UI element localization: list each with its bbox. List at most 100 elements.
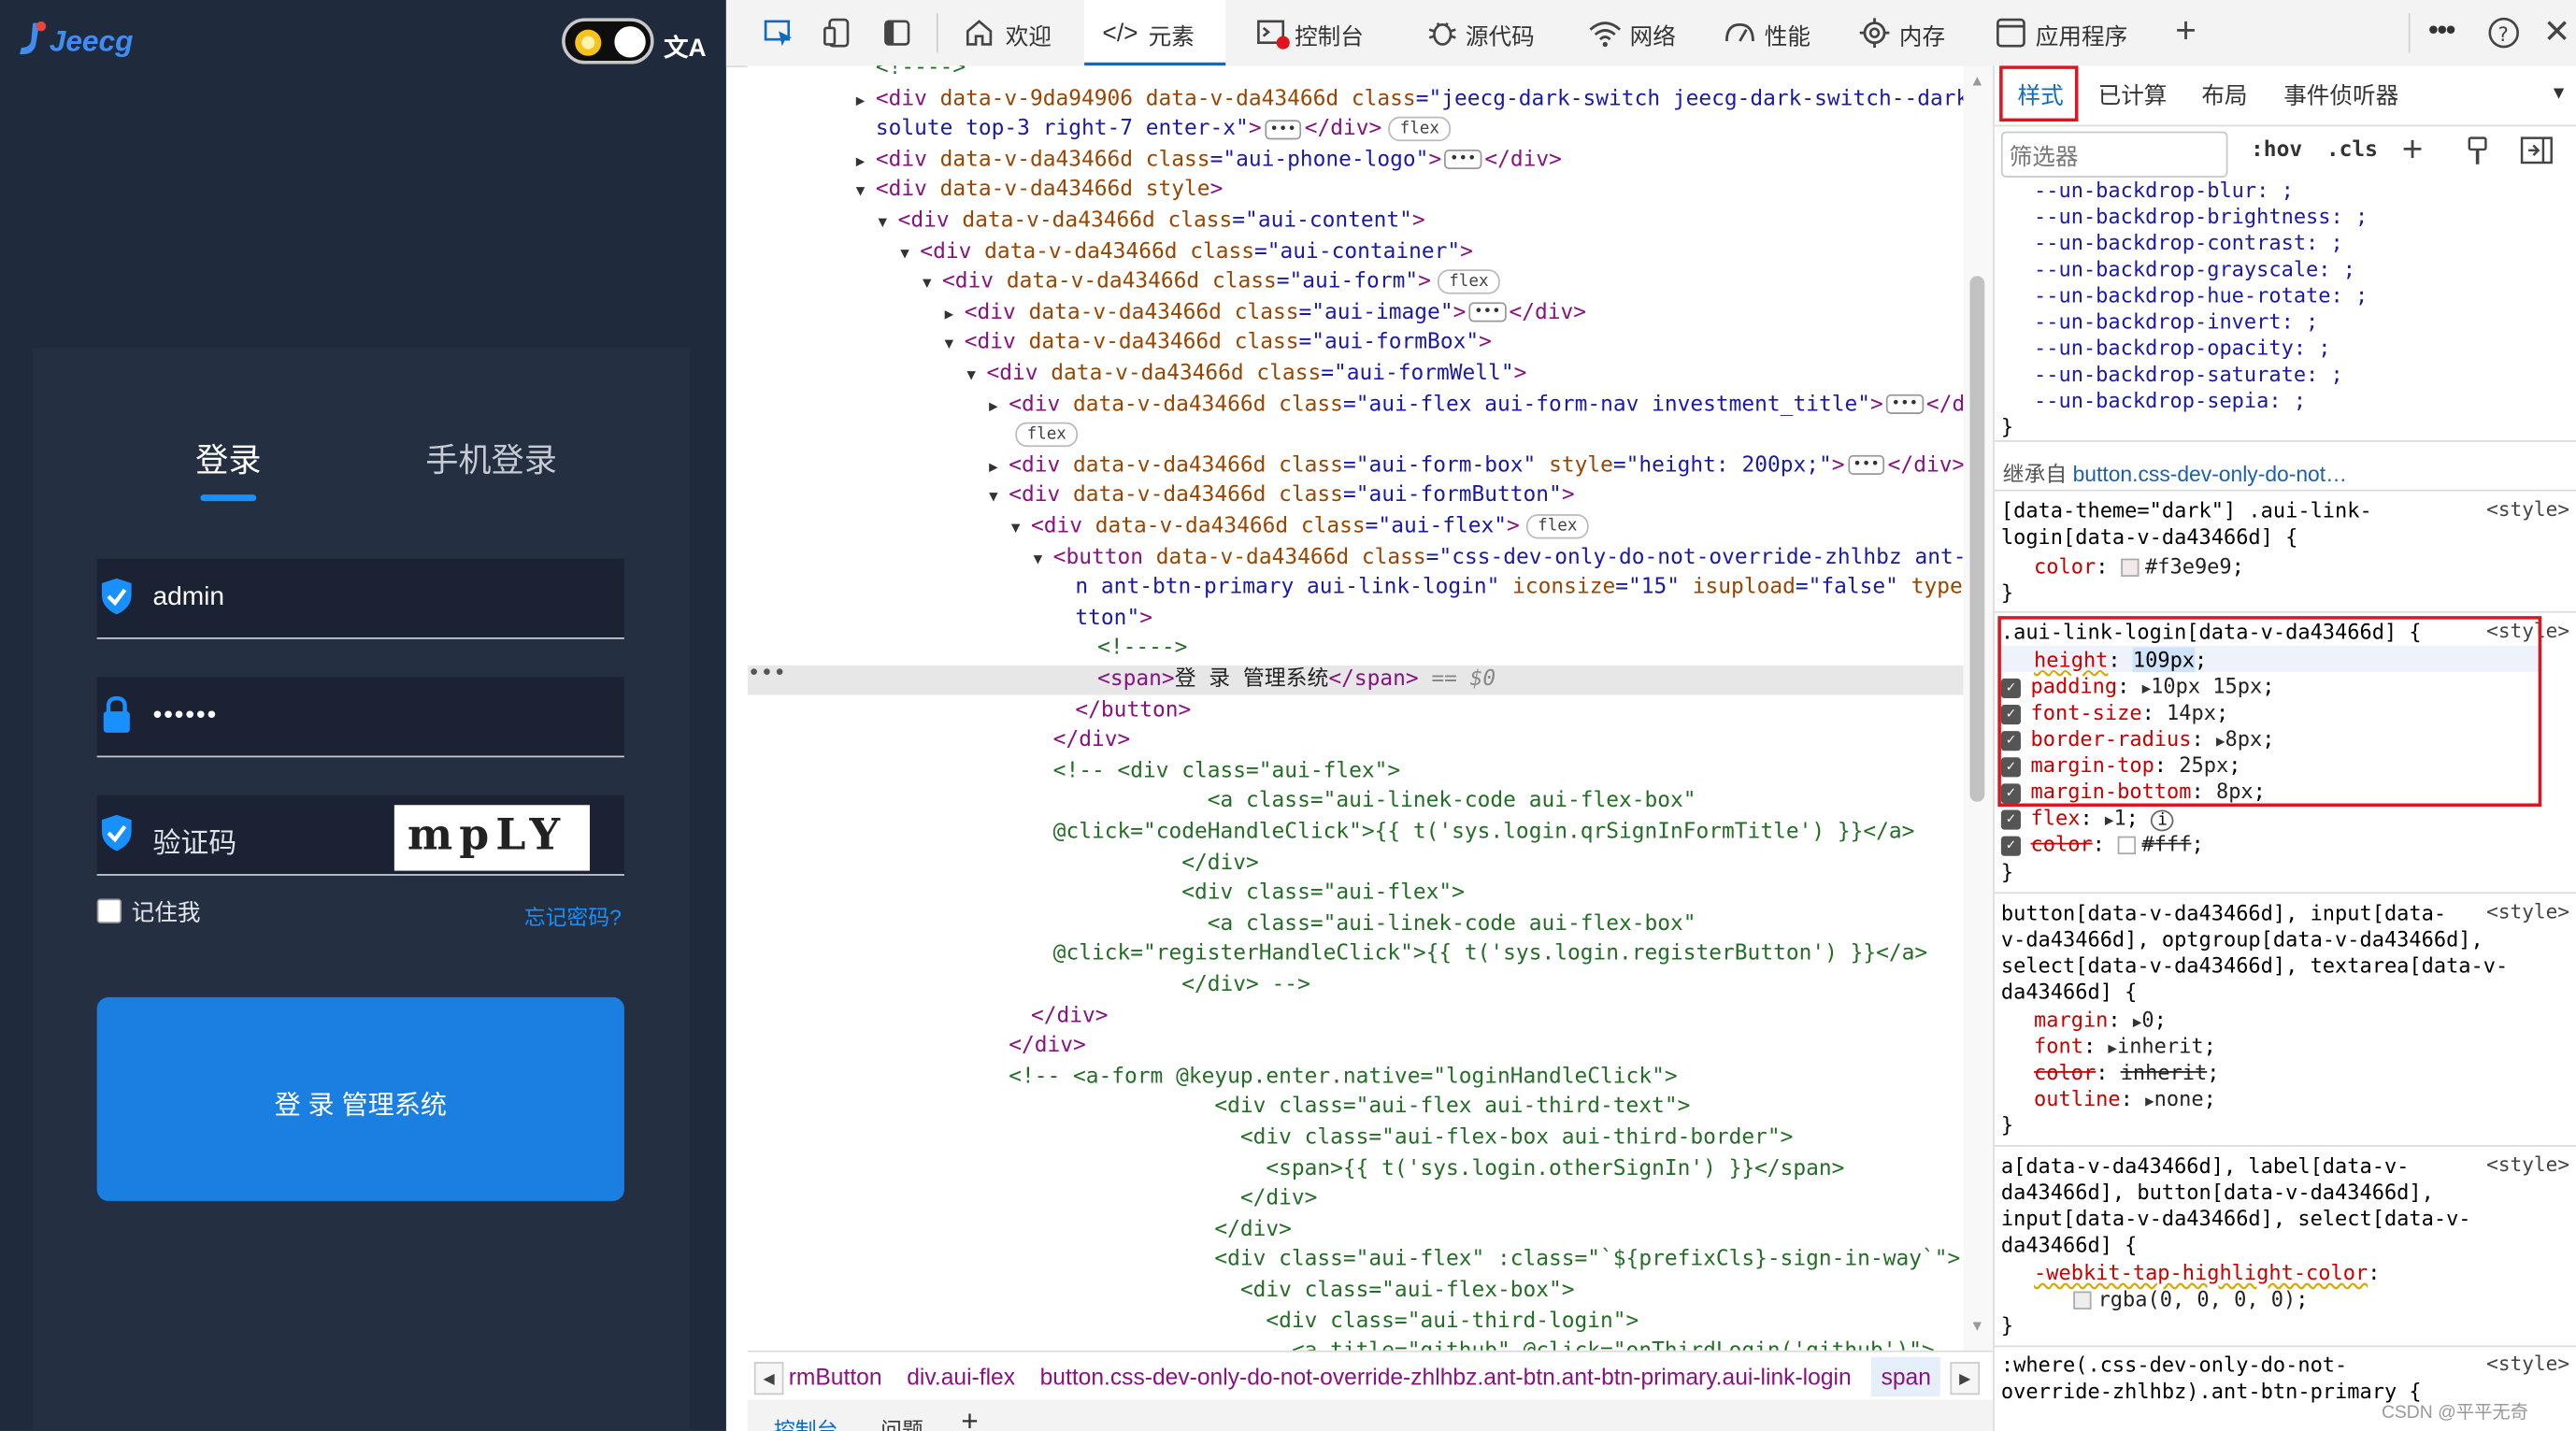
rule-selector[interactable]: [data-theme="dark"] .aui-link- [2001, 498, 2372, 524]
css-declaration[interactable]: --un-backdrop-grayscale: ; [2034, 256, 2355, 282]
dom-node-line[interactable]: ▼ <div data-v-da43466d class="aui-flex"> f… [748, 512, 1964, 542]
toggle-sidebar-icon[interactable] [2520, 136, 2553, 165]
more-options-icon[interactable]: ••• [2428, 13, 2456, 48]
breadcrumb-item[interactable]: button.css-dev-only-do-not-override-zhlh… [1040, 1364, 1852, 1390]
dom-node-line[interactable]: <!-- <div class="aui-flex"> [748, 757, 1964, 787]
expand-triangle-icon[interactable]: ▶ [856, 148, 876, 178]
scroll-down-icon[interactable]: ▼ [1969, 1318, 1984, 1335]
property-checkbox[interactable]: ✓ [2000, 809, 2021, 829]
captcha-field[interactable]: 验证码 mpLY [96, 794, 624, 876]
dom-node-line[interactable]: </div> [748, 849, 1964, 879]
rule-selector[interactable]: da43466d], button[data-v-da43466d], [2001, 1180, 2434, 1206]
remember-checkbox[interactable] [96, 898, 122, 923]
color-swatch[interactable] [2120, 558, 2140, 577]
dom-node-line[interactable]: </div> --> [748, 971, 1964, 1001]
collapse-triangle-icon[interactable]: ▼ [1011, 514, 1031, 544]
password-field[interactable]: •••••• [96, 677, 624, 758]
style-source-link[interactable]: <style> [2486, 498, 2569, 522]
rule-selector[interactable]: login[data-v-da43466d] { [2001, 524, 2297, 551]
collapse-triangle-icon[interactable]: ▼ [900, 239, 920, 269]
tab-layout[interactable]: 布局 [2201, 79, 2247, 111]
dom-node-line[interactable]: @click="registerHandleClick">{{ t('sys.l… [748, 940, 1964, 970]
tab-network[interactable]: 网络 [1583, 0, 1692, 65]
paint-brush-icon[interactable] [2465, 136, 2491, 166]
dom-node-line[interactable]: <a class="aui-linek-code aui-flex-box" [748, 788, 1964, 818]
help-icon[interactable]: ? [2487, 17, 2520, 50]
collapse-triangle-icon[interactable]: ▼ [945, 331, 965, 361]
tab-sources[interactable]: 源代码 [1420, 0, 1558, 65]
dom-node-line[interactable]: </div> [748, 726, 1964, 756]
scrollbar-thumb[interactable] [1969, 276, 1985, 802]
breadcrumb-right-icon[interactable]: ▶ [1950, 1362, 1981, 1395]
dom-node-line[interactable]: ▼ <div data-v-da43466d class="aui-formBox… [748, 329, 1964, 359]
dom-node-line[interactable]: ▶ <div data-v-da43466d class="aui-phone-l… [748, 146, 1964, 176]
css-declaration[interactable]: outline: ▶none; [2034, 1086, 2216, 1112]
dom-node-line[interactable]: ▼ <div data-v-da43466d style> [748, 177, 1964, 207]
rule-selector[interactable]: v-da43466d], optgroup[data-v-da43466d], [2001, 926, 2483, 952]
css-declaration[interactable]: margin: ▶0; [2034, 1007, 2167, 1033]
jeecg-logo[interactable]: Jeecg [17, 20, 133, 65]
dom-node-line[interactable]: <!-- <a-form @keyup.enter.native="loginH… [748, 1063, 1964, 1093]
css-declaration[interactable]: --un-backdrop-invert: ; [2034, 308, 2318, 335]
captcha-image[interactable]: mpLY [394, 805, 591, 871]
dom-node-line[interactable]: <!----> [748, 65, 1964, 83]
inherited-link[interactable]: button.css-dev-only-do-not… [2073, 462, 2347, 486]
styles-filter-input[interactable]: 筛选器 [2000, 131, 2228, 178]
dom-node-line[interactable]: <div class="aui-flex"> [748, 880, 1964, 909]
collapse-triangle-icon[interactable]: ▼ [989, 483, 1009, 513]
dom-node-line[interactable]: </div> [748, 1185, 1964, 1215]
dom-node-line[interactable]: <a title="github" @click="onThirdLogin('… [748, 1338, 1964, 1351]
inspect-element-icon[interactable] [763, 17, 795, 50]
collapse-triangle-icon[interactable]: ▼ [966, 362, 986, 392]
css-declaration[interactable]: --un-backdrop-opacity: ; [2034, 336, 2330, 362]
dom-node-line[interactable]: <div class="aui-flex aui-third-text"> [748, 1094, 1964, 1123]
expand-triangle-icon[interactable]: ▶ [989, 392, 1009, 422]
style-source-link[interactable]: <style> [2486, 900, 2569, 923]
css-declaration[interactable]: color: #f3e9e9; [2034, 553, 2244, 580]
hover-state-button[interactable]: :hov [2251, 138, 2302, 163]
device-emulation-icon[interactable] [822, 17, 854, 50]
drawer-tab-issues[interactable]: 问题 [880, 1413, 923, 1431]
style-source-link[interactable]: <style> [2486, 1352, 2569, 1376]
rule-selector[interactable]: a[data-v-da43466d], label[data-v- [2001, 1153, 2410, 1180]
translate-icon[interactable]: 文A [664, 30, 706, 64]
rule-selector[interactable]: button[data-v-da43466d], input[data- [2001, 900, 2446, 926]
dom-node-line[interactable]: tton"> [748, 604, 1964, 634]
dom-node-line[interactable]: ▶ <div data-v-da43466d class="aui-form-bo… [748, 451, 1963, 481]
dom-node-line[interactable]: flex [748, 421, 1964, 451]
dom-node-line[interactable]: <!----> [748, 635, 1964, 665]
dom-node-line[interactable]: ▶ <div data-v-9da94906 data-v-da43466d cl… [748, 85, 1964, 115]
collapse-triangle-icon[interactable]: ▼ [878, 208, 897, 238]
dom-node-line[interactable]: </div> [748, 1032, 1964, 1062]
rule-selector[interactable]: da43466d] { [2001, 1232, 2138, 1258]
css-declaration[interactable]: font: ▶inherit; [2034, 1034, 2216, 1060]
tab-memory[interactable]: 内存 [1853, 0, 1962, 65]
style-source-link[interactable]: <style> [2486, 1153, 2569, 1177]
css-declaration[interactable]: --un-backdrop-brightness: ; [2034, 204, 2368, 230]
css-value[interactable]: rgba(0, 0, 0, 0); [2073, 1286, 2308, 1312]
dom-node-line[interactable]: <div class="aui-flex-box aui-third-borde… [748, 1123, 1964, 1153]
dom-node-line[interactable]: ▶ <div data-v-da43466d class="aui-flex au… [748, 391, 1963, 422]
collapse-triangle-icon[interactable]: ▼ [1034, 545, 1053, 575]
dom-node-line[interactable]: ▼ <div data-v-da43466d class="aui-form"> f… [748, 268, 1964, 298]
dom-node-line[interactable]: <div class="aui-third-login"> [748, 1307, 1964, 1337]
breadcrumb-item[interactable]: div.aui-flex [907, 1364, 1015, 1390]
new-rule-icon[interactable]: + [2402, 128, 2424, 171]
css-declaration[interactable]: --un-backdrop-saturate: ; [2034, 362, 2343, 388]
dom-node-line[interactable]: <span>登 录 管理系统</span> == $0 [747, 665, 1964, 695]
rule-selector[interactable]: input[data-v-da43466d], select[data-v- [2001, 1206, 2471, 1232]
dom-node-line[interactable]: ▼ <div data-v-da43466d class="aui-contain… [748, 237, 1964, 267]
forgot-password-link[interactable]: 忘记密码? [524, 900, 622, 931]
rule-selector[interactable]: da43466d] { [2001, 980, 2138, 1006]
css-declaration[interactable]: -webkit-tap-highlight-color: [2034, 1260, 2380, 1286]
tab-console[interactable]: 控制台 [1249, 0, 1381, 65]
elements-tree[interactable]: <!----> ▶ <div data-v-9da94906 data-v-da43… [747, 65, 1964, 1351]
tab-application[interactable]: 应用程序 [1991, 0, 2155, 65]
breadcrumb-item-selected[interactable]: span [1871, 1356, 1941, 1397]
dom-node-line[interactable]: @click="codeHandleClick">{{ t('sys.login… [748, 818, 1964, 848]
css-declaration[interactable]: --un-backdrop-hue-rotate: ; [2034, 282, 2368, 308]
login-button[interactable]: 登 录 管理系统 [96, 996, 624, 1201]
node-actions-icon[interactable]: ••• [748, 662, 786, 686]
tab-performance[interactable]: 性能 [1719, 0, 1827, 65]
tab-event-listeners[interactable]: 事件侦听器 [2283, 79, 2398, 111]
